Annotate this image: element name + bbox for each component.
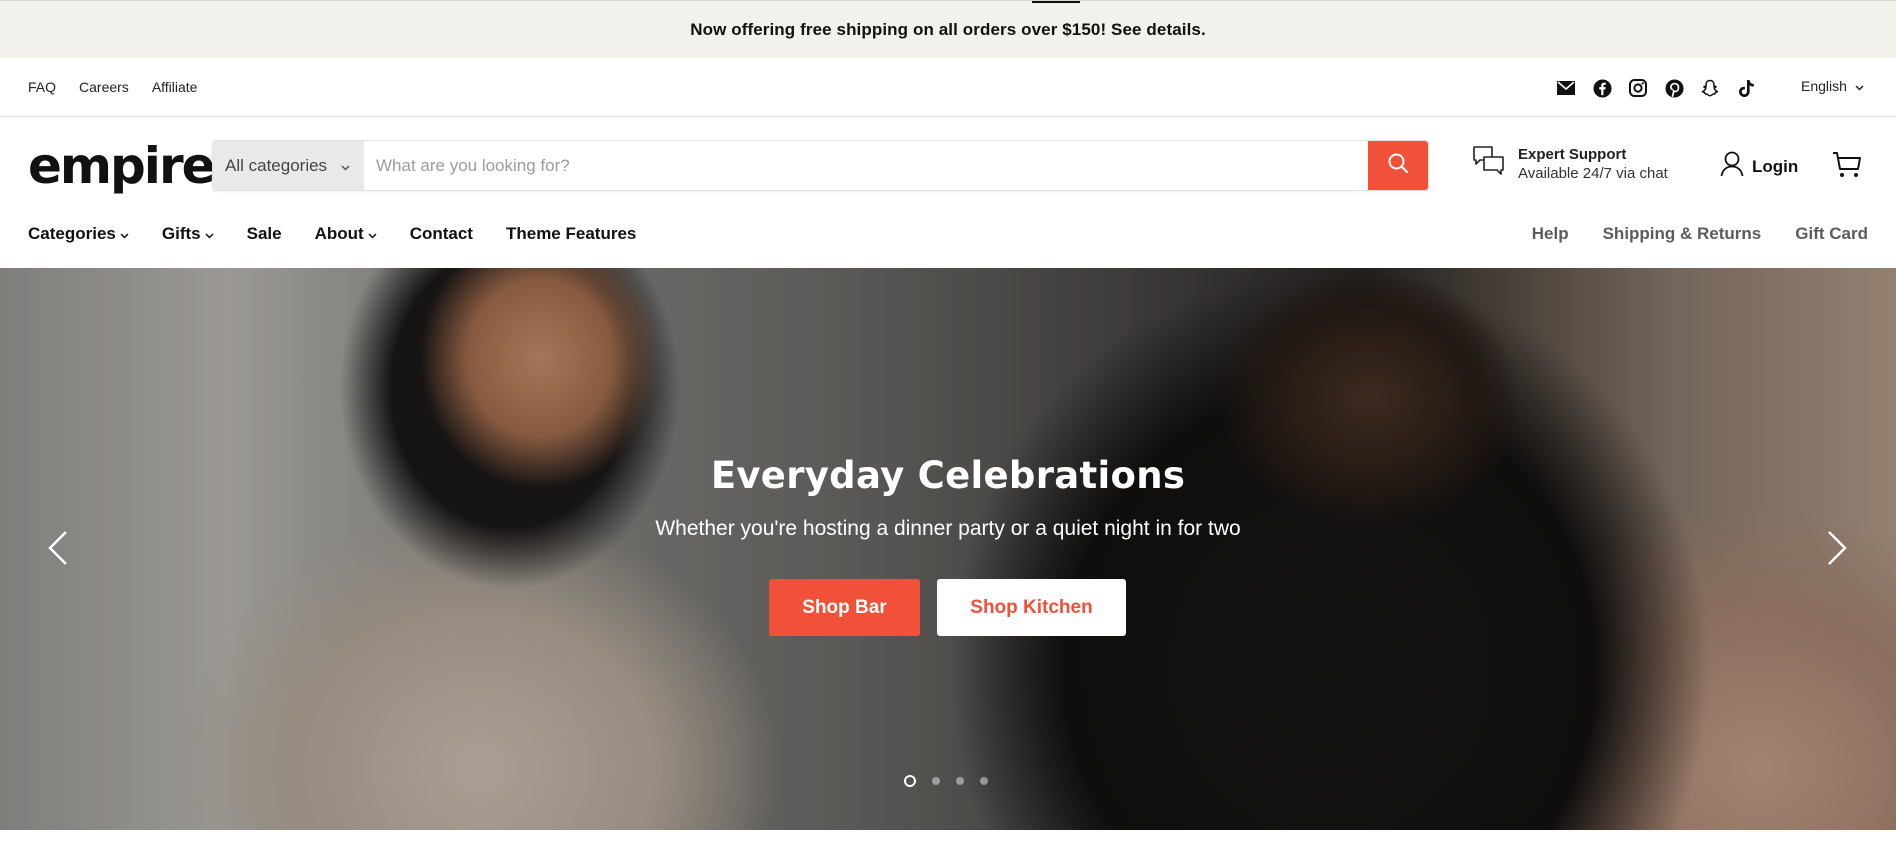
user-icon [1720, 151, 1744, 182]
nav-link-gift-card[interactable]: Gift Card [1795, 224, 1868, 244]
category-select-label: All categories [225, 155, 328, 175]
hero-slideshow: Everyday Celebrations Whether you're hos… [0, 268, 1896, 830]
nav-item-about[interactable]: About [315, 224, 377, 244]
search-bar: All categories [212, 140, 1429, 191]
hero-subtitle: Whether you're hosting a dinner party or… [655, 517, 1241, 540]
chevron-down-icon [120, 224, 129, 244]
nav-link-shipping-returns[interactable]: Shipping & Returns [1603, 224, 1762, 244]
nav-item-label: About [314, 224, 364, 243]
nav-item-theme-features[interactable]: Theme Features [506, 224, 636, 244]
hero-title: Everyday Celebrations [710, 454, 1186, 497]
language-selector[interactable]: English [1801, 78, 1864, 94]
nav-link-help[interactable]: Help [1532, 224, 1569, 244]
social-links [1556, 78, 1756, 98]
slide-dot-3[interactable] [956, 777, 964, 785]
expert-support[interactable]: Expert Support Available 24/7 via chat [1472, 144, 1668, 183]
nav-item-sale[interactable]: Sale [247, 224, 282, 244]
login-label: Login [1752, 156, 1799, 176]
support-title: Expert Support [1518, 145, 1627, 163]
language-label: English [1801, 78, 1847, 94]
search-icon [1387, 152, 1409, 179]
site-logo[interactable]: empire [28, 137, 216, 195]
chevron-down-icon [368, 224, 377, 244]
slide-next-button[interactable] [1821, 530, 1853, 570]
email-icon[interactable] [1556, 78, 1576, 98]
utility-link-affiliate[interactable]: Affiliate [152, 79, 198, 95]
facebook-icon[interactable] [1592, 78, 1612, 98]
announcement-bar: Now offering free shipping on all orders… [0, 0, 1896, 58]
chevron-left-icon [48, 530, 68, 571]
slide-dot-4[interactable] [980, 777, 988, 785]
announcement-indicator [1032, 1, 1080, 3]
cart-button[interactable] [1832, 151, 1862, 184]
chevron-down-icon [205, 224, 214, 244]
category-select[interactable]: All categories [213, 141, 364, 190]
hero-image [0, 268, 1896, 830]
utility-bar: FAQ Careers Affiliate English [0, 58, 1896, 117]
search-button[interactable] [1368, 141, 1428, 190]
pinterest-icon[interactable] [1664, 78, 1684, 98]
utility-link-careers[interactable]: Careers [79, 79, 129, 95]
support-subtitle: Available 24/7 via chat [1518, 164, 1668, 182]
nav-item-categories[interactable]: Categories [28, 224, 129, 244]
login-link[interactable]: Login [1720, 151, 1798, 182]
nav-item-label: Categories [28, 224, 116, 243]
tiktok-icon[interactable] [1736, 78, 1756, 98]
nav-item-label: Gifts [161, 224, 201, 243]
chevron-down-icon [341, 156, 350, 176]
chat-bubbles-icon [1472, 144, 1506, 183]
slide-prev-button[interactable] [42, 530, 74, 570]
nav-item-label: Theme Features [505, 224, 637, 243]
main-nav: Categories Gifts Sale About Contact Them… [28, 224, 669, 244]
utility-links: FAQ Careers Affiliate [28, 79, 197, 95]
site-header: empire All categories Expert Support Ava… [0, 117, 1896, 213]
shop-kitchen-button[interactable]: Shop Kitchen [937, 579, 1126, 636]
chevron-down-icon [1855, 78, 1864, 94]
slide-dot-1[interactable] [904, 775, 916, 787]
instagram-icon[interactable] [1628, 78, 1648, 98]
hero-content: Everyday Celebrations Whether you're hos… [0, 454, 1896, 541]
secondary-nav: Help Shipping & Returns Gift Card [1532, 224, 1868, 244]
utility-link-faq[interactable]: FAQ [28, 79, 56, 95]
slide-dot-2[interactable] [932, 777, 940, 785]
chevron-right-icon [1827, 530, 1847, 571]
shop-bar-button[interactable]: Shop Bar [769, 579, 920, 636]
cart-icon [1832, 152, 1862, 183]
nav-item-gifts[interactable]: Gifts [162, 224, 214, 244]
announcement-text[interactable]: Now offering free shipping on all orders… [690, 20, 1206, 40]
hero-buttons: Shop Bar Shop Kitchen [769, 579, 1126, 636]
nav-item-label: Sale [246, 224, 282, 243]
search-input[interactable] [364, 141, 1368, 190]
snapchat-icon[interactable] [1700, 78, 1720, 98]
nav-item-label: Contact [409, 224, 473, 243]
slide-pagination [904, 775, 988, 787]
nav-item-contact[interactable]: Contact [410, 224, 473, 244]
